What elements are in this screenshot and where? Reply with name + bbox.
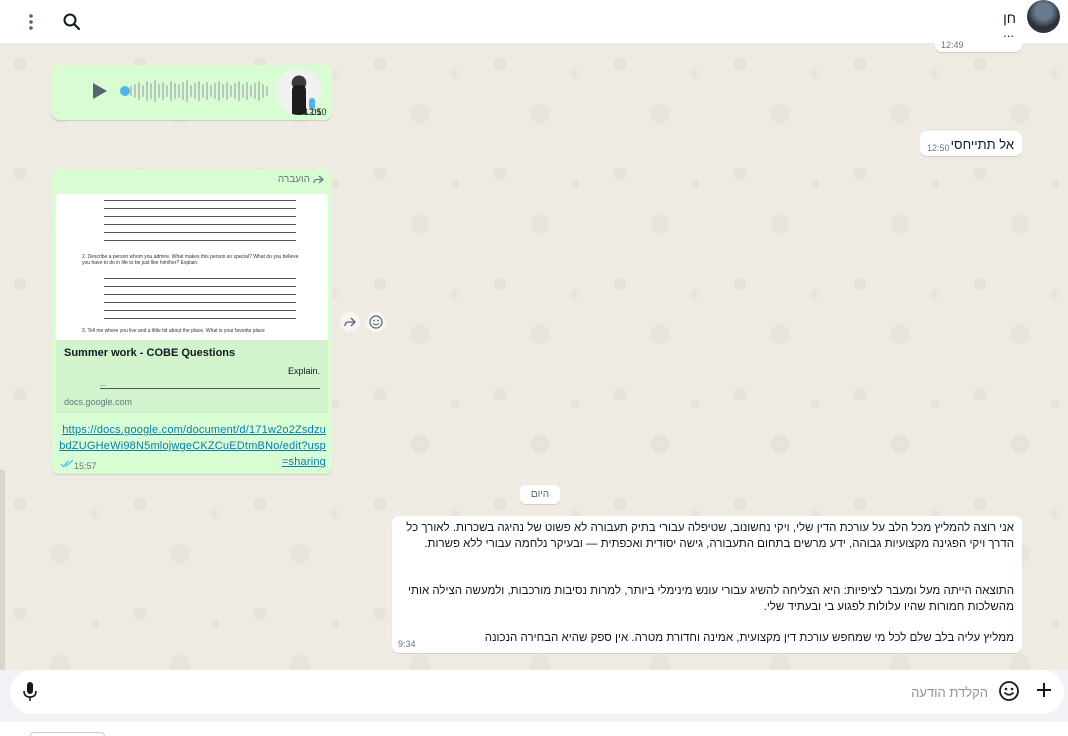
bottom-tab	[30, 732, 105, 736]
doc-question: 2. Describe a person whom you admire. Wh…	[82, 254, 299, 266]
waveform-bar	[202, 84, 204, 98]
waveform-bar	[142, 85, 144, 97]
waveform-bar	[262, 84, 264, 98]
contact-name[interactable]: חן	[1003, 10, 1016, 26]
waveform-bar	[222, 84, 224, 98]
message-time: 9:34	[398, 639, 416, 649]
message-time: 15:57	[74, 461, 97, 471]
waveform-bar	[210, 85, 212, 97]
waveform-bar	[198, 81, 200, 101]
document-preview[interactable]: 2. Describe a person whom you admire. Wh…	[56, 194, 328, 340]
message-link[interactable]: https://docs.google.com/document/d/171w2…	[58, 422, 326, 470]
date-separator: היום	[520, 485, 560, 504]
waveform-bar	[194, 83, 196, 99]
microphone-icon[interactable]	[22, 681, 38, 708]
waveform-bar	[166, 85, 168, 97]
waveform-bar	[242, 84, 244, 98]
waveform-bar	[130, 86, 132, 96]
link-description: Explain.	[287, 366, 320, 376]
scroll-edge	[0, 470, 5, 670]
message-time: 12:50	[304, 107, 327, 117]
waveform-bar	[158, 84, 160, 98]
waveform-bar	[254, 83, 256, 99]
waveform-bar	[238, 81, 240, 101]
waveform-bar	[258, 81, 260, 101]
waveform-bar	[182, 82, 184, 100]
waveform-bar	[226, 82, 228, 100]
message-text: אל תתייחסי	[950, 137, 1014, 152]
waveform-bar	[186, 80, 188, 102]
message-time: 12:49	[941, 40, 964, 50]
message-bubble-truncated[interactable]: ... 12:49	[935, 30, 1022, 52]
forwarded-label-text: הועברה	[277, 174, 310, 185]
waveform-bar	[190, 85, 192, 97]
waveform[interactable]	[130, 79, 270, 103]
waveform-bar	[154, 80, 156, 102]
waveform-bar	[218, 81, 220, 101]
waveform-bar	[162, 82, 164, 100]
waveform-bar	[230, 85, 232, 97]
forward-icon[interactable]	[340, 312, 360, 332]
forward-icon	[313, 175, 324, 184]
composer-box	[10, 670, 1064, 714]
waveform-bar	[170, 81, 172, 101]
emoji-reaction-icon[interactable]	[366, 312, 386, 332]
waveform-bar	[138, 82, 140, 100]
chat-header: חן	[0, 0, 1068, 44]
waveform-bar	[178, 84, 180, 98]
search-icon[interactable]	[56, 6, 88, 38]
message-bubble-long[interactable]: אני רוצה להמליץ מכל הלב על עורכת הדין של…	[392, 516, 1022, 653]
message-time: 12:50	[927, 143, 950, 153]
sticker-icon[interactable]	[998, 680, 1020, 707]
message-text: ...	[1003, 30, 1014, 40]
waveform-bar	[134, 84, 136, 98]
message-bubble[interactable]: אל תתייחסי 12:50	[920, 131, 1022, 156]
message-paragraph: ממליץ עליה בלב שלם לכל מי שמחפש עורכת די…	[484, 632, 1014, 644]
window-bottom-strip	[0, 722, 1068, 736]
waveform-bar	[174, 83, 176, 99]
link-domain: docs.google.com	[64, 397, 133, 407]
message-input[interactable]	[88, 680, 988, 704]
read-ticks-icon	[60, 459, 74, 470]
forwarded-label: הועברה	[278, 174, 324, 185]
play-icon[interactable]	[92, 82, 108, 105]
doc-question: 3. Tell me where you live and a little b…	[82, 328, 265, 334]
link-title: Summer work - COBE Questions	[64, 347, 236, 359]
message-paragraph: התוצאה הייתה מעל ומעבר לציפיות: היא הצלי…	[408, 585, 1014, 613]
waveform-bar	[234, 83, 236, 99]
link-dots: ...	[100, 381, 320, 389]
progress-dot[interactable]	[120, 86, 130, 96]
waveform-bar	[250, 85, 252, 97]
waveform-bar	[146, 81, 148, 101]
voice-message[interactable]: 0:01 12:50	[52, 65, 332, 120]
waveform-bar	[214, 83, 216, 99]
message-paragraph: אני רוצה להמליץ מכל הלב על עורכת הדין של…	[406, 522, 1014, 550]
forwarded-message[interactable]: הועברה 2. Describe a person whom you adm…	[52, 169, 332, 474]
plus-icon[interactable]	[1034, 680, 1054, 705]
avatar[interactable]	[1027, 0, 1060, 33]
link-preview-card[interactable]: Summer work - COBE Questions Explain. ..…	[56, 340, 328, 413]
menu-icon[interactable]	[15, 6, 47, 38]
waveform-bar	[150, 83, 152, 99]
waveform-bar	[206, 82, 208, 100]
waveform-bar	[246, 82, 248, 100]
waveform-bar	[266, 86, 268, 96]
message-hover-actions	[340, 312, 386, 332]
